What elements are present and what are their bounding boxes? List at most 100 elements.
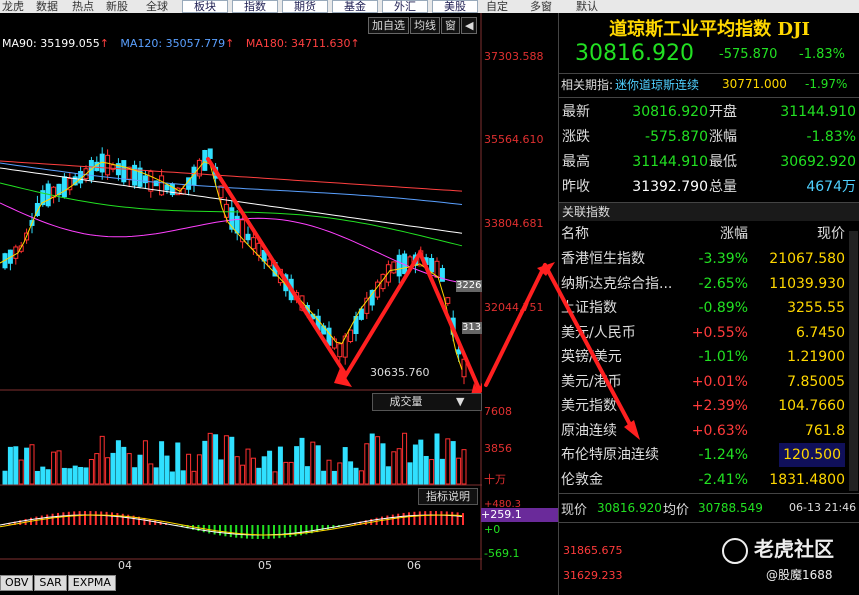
tab-us-stocks[interactable]: 美股: [432, 0, 478, 13]
related-index-price: 3255.55: [787, 300, 845, 316]
related-index-columns: 名称 涨幅 现价: [559, 222, 859, 246]
related-index-name: 英镑/美元: [561, 349, 622, 365]
ma180-arrow-icon: ↑: [350, 37, 360, 50]
y-tick-1: 37303.588: [484, 50, 544, 63]
vol-tick-1: 7608: [484, 405, 512, 418]
related-index-price: 7.85005: [787, 373, 845, 390]
tab-expma[interactable]: EXPMA: [67, 575, 116, 591]
watermark-brand: 老虎社区: [722, 533, 834, 564]
menu-custom[interactable]: 自定: [486, 0, 508, 13]
quote-value: 31144.910: [780, 104, 856, 120]
related-index-price: 11039.930: [769, 275, 845, 292]
volume-bars: [2, 432, 467, 485]
related-index-change: -3.39%: [698, 251, 748, 267]
scrollbar[interactable]: [849, 231, 858, 491]
ma120-label: MA120: 35057.779: [120, 37, 226, 50]
macd-indicator: [0, 511, 464, 539]
related-index-change: -0.89%: [698, 300, 748, 316]
y-tick-4: 32044.751: [484, 301, 544, 314]
add-watchlist-button[interactable]: 加自选: [368, 17, 409, 34]
avg-price: 30788.549: [698, 501, 763, 515]
quote-value: 30692.920: [780, 154, 856, 170]
related-index-name: 香港恒生指数: [561, 251, 645, 267]
macd-tick-zero: +0: [484, 523, 501, 536]
ma-button[interactable]: 均线: [410, 17, 440, 34]
col-change: 涨幅: [720, 226, 748, 242]
mini-tick-1: 31865.675: [563, 544, 623, 557]
price-change-pct: -1.83%: [799, 47, 845, 62]
quote-row: 昨收 31392.790 总量 4674万: [559, 175, 859, 199]
related-index-change: -1.01%: [698, 349, 748, 365]
toggle-icon[interactable]: ◀: [461, 17, 478, 34]
related-index-row[interactable]: 上证指数 -0.89% 3255.55: [559, 296, 859, 320]
related-futures-price: 30771.000: [722, 77, 787, 91]
indicator-tabs: OBV SAR EXPMA: [0, 575, 117, 591]
tab-index[interactable]: 指数: [232, 0, 278, 13]
menu-ipo[interactable]: 新股: [106, 0, 128, 13]
ma90-arrow-icon: ↑: [99, 37, 109, 50]
related-index-row[interactable]: 原油连续 +0.63% 761.8: [559, 419, 859, 443]
side-mark-1: 3226: [456, 280, 482, 292]
quote-value: -1.83%: [806, 129, 856, 145]
related-index-change: +2.39%: [691, 398, 748, 414]
tab-sector[interactable]: 板块: [182, 0, 228, 13]
quote-label: 最高: [562, 154, 590, 170]
tab-futures[interactable]: 期货: [282, 0, 328, 13]
volume-selector[interactable]: 成交量 ▼: [372, 393, 482, 411]
quote-row: 最高 31144.910 最低 30692.920: [559, 150, 859, 174]
quote-value: 31392.790: [632, 179, 708, 195]
dropdown-icon: ▼: [456, 395, 465, 408]
related-index-row[interactable]: 美元/人民币 +0.55% 6.7450: [559, 321, 859, 345]
related-index-name: 纳斯达克综合指...: [561, 275, 673, 292]
tab-sar[interactable]: SAR: [34, 575, 67, 591]
tiger-logo-icon: [722, 537, 748, 564]
tick-time: 06-13 21:46: [789, 501, 857, 514]
quote-row: 最新 30816.920 开盘 31144.910: [559, 100, 859, 124]
window-button[interactable]: 窗: [441, 17, 460, 34]
related-index-change: +0.63%: [691, 422, 748, 439]
col-price: 现价: [817, 226, 845, 242]
quote-value: -575.870: [645, 129, 708, 145]
side-mark-2: 313: [462, 322, 482, 334]
related-index-name: 上证指数: [561, 300, 617, 316]
candlesticks: [2, 147, 467, 385]
related-index-price: 1831.4800: [769, 471, 845, 488]
tab-forex[interactable]: 外汇: [382, 0, 428, 13]
tick-price: 30816.920: [597, 501, 662, 515]
related-index-price: 6.7450: [796, 324, 845, 341]
ma180-label: MA180: 34711.630: [245, 37, 351, 50]
quote-row: 涨跌 -575.870 涨幅 -1.83%: [559, 125, 859, 149]
menu-data[interactable]: 数据: [36, 0, 58, 13]
related-index-change: -2.65%: [698, 275, 748, 292]
quote-value: 4674万: [806, 179, 856, 195]
menu-default[interactable]: 默认: [576, 0, 598, 13]
ma-legend: MA90: 35199.055↑ MA120: 35057.779↑ MA180…: [2, 37, 368, 50]
quote-label: 开盘: [709, 104, 737, 120]
menu-multiwindow[interactable]: 多窗: [530, 0, 552, 13]
ma120-arrow-icon: ↑: [225, 37, 235, 50]
menu-hot[interactable]: 热点: [72, 0, 94, 13]
related-index-row[interactable]: 美元指数 +2.39% 104.7660: [559, 394, 859, 418]
chart-area[interactable]: [0, 13, 482, 570]
tab-funds[interactable]: 基金: [332, 0, 378, 13]
tab-obv[interactable]: OBV: [0, 575, 34, 591]
related-index-row[interactable]: 美元/港币 +0.01% 7.85005: [559, 370, 859, 394]
quote-label: 总量: [709, 179, 737, 195]
related-index-row[interactable]: 香港恒生指数 -3.39% 21067.580: [559, 247, 859, 271]
kline-svg: [0, 13, 482, 570]
related-index-row[interactable]: 纳斯达克综合指... -2.65% 11039.930: [559, 272, 859, 296]
indicator-help-button[interactable]: 指标说明: [418, 488, 478, 505]
col-name: 名称: [561, 226, 589, 242]
related-index-row[interactable]: 布伦特原油连续 -1.24% 120.500: [559, 443, 859, 467]
menu-global[interactable]: 全球: [146, 0, 168, 13]
related-index-row[interactable]: 英镑/美元 -1.01% 1.21900: [559, 345, 859, 369]
related-index-change: -1.24%: [698, 447, 748, 463]
related-futures-link[interactable]: 迷你道琼斯连续: [615, 76, 699, 93]
quote-value: 30816.920: [632, 104, 708, 120]
mini-tick-2: 31629.233: [563, 569, 623, 582]
month-label-06: 06: [407, 559, 421, 572]
quote-label: 最新: [562, 104, 590, 120]
menu-longhu[interactable]: 龙虎: [2, 0, 24, 13]
related-index-name: 美元/人民币: [561, 324, 636, 341]
related-index-row[interactable]: 伦敦金 -2.41% 1831.4800: [559, 468, 859, 492]
